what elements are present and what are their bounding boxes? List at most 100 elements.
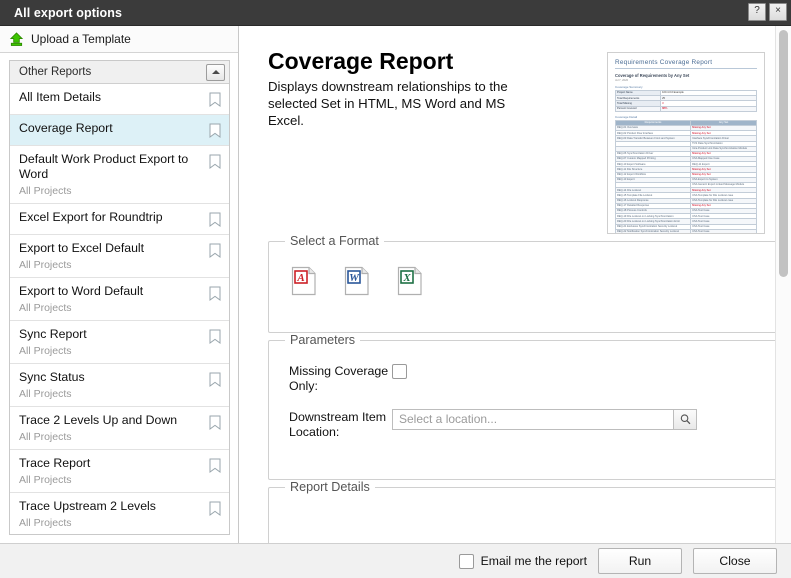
report-item-text: All Item Details xyxy=(19,90,209,105)
report-item-name: Export to Word Default xyxy=(19,284,203,299)
preview-summary-table: Project Name100.4.0.0 ExampleTotal Requi… xyxy=(615,90,757,112)
report-item-name: Default Work Product Export to Word xyxy=(19,152,203,182)
sidebar-item-coverage-report[interactable]: Coverage Report xyxy=(10,115,229,146)
report-item-text: Default Work Product Export to WordAll P… xyxy=(19,152,209,197)
excel-file-icon: X xyxy=(397,266,423,296)
report-details-section: Report Details xyxy=(268,480,779,543)
bookmark-icon[interactable] xyxy=(209,329,221,344)
sidebar-item-trace-upstream-2-levels[interactable]: Trace Upstream 2 Levels All Projects xyxy=(10,493,229,535)
report-item-name: All Item Details xyxy=(19,90,203,105)
report-item-name: Coverage Report xyxy=(19,121,203,136)
report-item-name: Trace Report xyxy=(19,456,203,471)
report-item-scope: All Projects xyxy=(19,259,203,271)
dialog-footer: Email me the report Run Close xyxy=(0,543,791,578)
preview-summary-heading: Coverage Summary xyxy=(615,85,757,89)
collapse-group-button[interactable] xyxy=(206,64,225,81)
location-search-button[interactable] xyxy=(673,410,696,429)
downstream-location-input[interactable]: Select a location... xyxy=(393,410,673,429)
missing-coverage-checkbox[interactable] xyxy=(392,364,407,379)
sidebar-item-sync-status[interactable]: Sync StatusAll Projects xyxy=(10,364,229,407)
bookmark-icon[interactable] xyxy=(209,154,221,169)
reports-list: Other Reports All Item Details Coverage R… xyxy=(9,60,230,535)
window-controls: ? × xyxy=(748,3,787,21)
detail-scrollbar[interactable] xyxy=(775,26,791,543)
preview-title: Requirements Coverage Report xyxy=(615,59,757,69)
help-button[interactable]: ? xyxy=(748,3,766,21)
pdf-file-icon: A xyxy=(291,266,317,296)
report-item-name: Sync Report xyxy=(19,327,203,342)
sidebar-item-default-work-product-export-to-word[interactable]: Default Work Product Export to WordAll P… xyxy=(10,146,229,204)
detail-scrollbar-thumb[interactable] xyxy=(779,30,788,277)
bookmark-icon[interactable] xyxy=(209,458,221,473)
report-item-text: Sync ReportAll Projects xyxy=(19,327,209,357)
report-preview-thumbnail[interactable]: Requirements Coverage Report Coverage of… xyxy=(607,52,765,234)
sidebar-item-excel-export-for-roundtrip[interactable]: Excel Export for Roundtrip xyxy=(10,204,229,235)
upload-template-button[interactable]: Upload a Template xyxy=(0,26,238,53)
reports-group-header: Other Reports xyxy=(10,61,229,84)
bookmark-icon[interactable] xyxy=(209,123,221,138)
sidebar-item-export-to-word-default[interactable]: Export to Word DefaultAll Projects xyxy=(10,278,229,321)
report-item-text: Trace Upstream 2 Levels All Projects xyxy=(19,499,209,529)
email-report-checkbox[interactable] xyxy=(459,554,474,569)
email-report-option[interactable]: Email me the report xyxy=(459,553,587,569)
preview-summary-value: 88% xyxy=(661,106,757,111)
preview-summary-key: Percent Covered xyxy=(616,106,661,111)
report-item-name: Trace Upstream 2 Levels xyxy=(19,499,203,514)
format-option-pdf[interactable]: A xyxy=(291,266,317,296)
bookmark-icon[interactable] xyxy=(209,286,221,301)
parameters-section-legend: Parameters xyxy=(285,333,360,347)
preview-detail-row: REQ-22 Notification Synchronization Secu… xyxy=(616,229,757,234)
bookmark-icon[interactable] xyxy=(209,212,221,227)
parameters-section: Parameters Missing Coverage Only: Downst… xyxy=(268,333,779,480)
run-button[interactable]: Run xyxy=(598,548,682,574)
format-option-excel[interactable]: X xyxy=(397,266,423,296)
bookmark-icon[interactable] xyxy=(209,501,221,516)
report-item-text: Trace ReportAll Projects xyxy=(19,456,209,486)
bookmark-icon[interactable] xyxy=(209,243,221,258)
bookmark-icon[interactable] xyxy=(209,92,221,107)
sidebar-item-all-item-details[interactable]: All Item Details xyxy=(10,84,229,115)
upload-icon xyxy=(9,32,24,47)
report-item-text: Coverage Report xyxy=(19,121,209,136)
report-item-text: Sync StatusAll Projects xyxy=(19,370,209,400)
upload-template-label: Upload a Template xyxy=(31,32,131,46)
bookmark-icon[interactable] xyxy=(209,415,221,430)
format-section: Select a Format AWX xyxy=(268,234,779,333)
reports-item-container: All Item Details Coverage Report Default W… xyxy=(10,84,229,535)
report-item-scope: All Projects xyxy=(19,388,203,400)
svg-text:A: A xyxy=(296,272,304,284)
sidebar-item-sync-report[interactable]: Sync ReportAll Projects xyxy=(10,321,229,364)
svg-text:W: W xyxy=(349,272,360,284)
report-item-text: Export to Excel Default All Projects xyxy=(19,241,209,271)
window-title: All export options xyxy=(0,6,122,20)
report-item-scope: All Projects xyxy=(19,517,203,529)
close-icon[interactable]: × xyxy=(769,3,787,21)
preview-detail-heading: Coverage Detail xyxy=(615,115,757,119)
svg-text:X: X xyxy=(402,272,411,284)
bookmark-icon[interactable] xyxy=(209,372,221,387)
report-item-name: Export to Excel Default xyxy=(19,241,203,256)
report-details-legend: Report Details xyxy=(285,480,375,494)
window-titlebar: All export options ? × xyxy=(0,0,791,26)
report-item-name: Trace 2 Levels Up and Down xyxy=(19,413,203,428)
report-item-name: Excel Export for Roundtrip xyxy=(19,210,203,225)
chevron-up-icon xyxy=(212,70,220,74)
downstream-location-field[interactable]: Select a location... xyxy=(392,409,697,430)
preview-detail-requirement: REQ-22 Notification Synchronization Secu… xyxy=(616,229,691,234)
close-button[interactable]: Close xyxy=(693,548,777,574)
reports-sidebar: Upload a Template Other Reports All Item… xyxy=(0,26,239,543)
parameters-grid: Missing Coverage Only: Downstream Item L… xyxy=(283,357,764,465)
preview-detail-set: USA Test Case xyxy=(691,229,757,234)
sidebar-item-export-to-excel-default[interactable]: Export to Excel Default All Projects xyxy=(10,235,229,278)
report-detail-pane: Coverage Report Displays downstream rela… xyxy=(239,26,791,543)
report-item-text: Excel Export for Roundtrip xyxy=(19,210,209,225)
preview-subtitle: Coverage of Requirements by Any Set xyxy=(615,73,757,78)
email-report-label: Email me the report xyxy=(481,554,587,568)
sidebar-item-trace-2-levels-up-and-down[interactable]: Trace 2 Levels Up and DownAll Projects xyxy=(10,407,229,450)
page-title: Coverage Report xyxy=(268,48,528,75)
sidebar-item-trace-report[interactable]: Trace ReportAll Projects xyxy=(10,450,229,493)
report-header: Coverage Report Displays downstream rela… xyxy=(268,48,765,234)
format-option-word[interactable]: W xyxy=(344,266,370,296)
report-header-text: Coverage Report Displays downstream rela… xyxy=(268,48,528,129)
downstream-location-row: Downstream Item Location: Select a locat… xyxy=(289,409,762,440)
